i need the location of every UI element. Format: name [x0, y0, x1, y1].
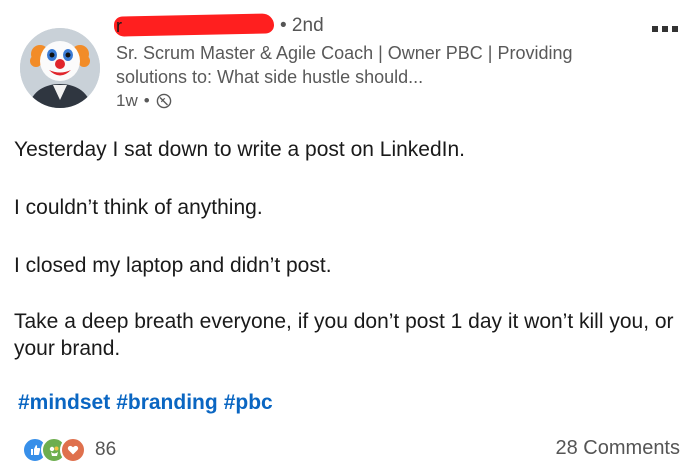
- globe-icon: [156, 93, 172, 109]
- connection-degree: • 2nd: [280, 15, 324, 36]
- hashtag-link[interactable]: #branding: [116, 391, 218, 414]
- linkedin-post-card: r • 2nd Sr. Scrum Master & Agile Coach |…: [0, 0, 700, 473]
- more-options-icon[interactable]: [652, 26, 678, 32]
- hashtag-link[interactable]: #pbc: [224, 391, 273, 414]
- author-name-redaction: [113, 13, 275, 37]
- post-paragraph: I couldn’t think of anything.: [14, 196, 263, 219]
- clown-face-icon: [20, 28, 100, 108]
- post-time: 1w: [116, 91, 138, 110]
- author-avatar[interactable]: [20, 28, 100, 108]
- reaction-count: 86: [95, 439, 117, 460]
- reactions-summary[interactable]: 86: [22, 437, 116, 463]
- author-headline[interactable]: Sr. Scrum Master & Agile Coach | Owner P…: [116, 41, 596, 89]
- post-paragraph: Yesterday I sat down to write a post on …: [14, 138, 465, 161]
- hashtag-link[interactable]: #mindset: [18, 391, 110, 414]
- post-meta: 1w •: [116, 91, 172, 111]
- love-icon: [60, 437, 86, 463]
- author-name-initial: r: [116, 15, 122, 36]
- author-name-row: r • 2nd: [113, 12, 324, 40]
- post-paragraph: Take a deep breath everyone, if you don’…: [14, 310, 674, 360]
- hashtags: #mindset #branding #pbc: [18, 391, 279, 415]
- comments-count-link[interactable]: 28 Comments: [556, 437, 681, 460]
- meta-separator: •: [143, 91, 150, 110]
- post-paragraph: I closed my laptop and didn’t post.: [14, 254, 332, 277]
